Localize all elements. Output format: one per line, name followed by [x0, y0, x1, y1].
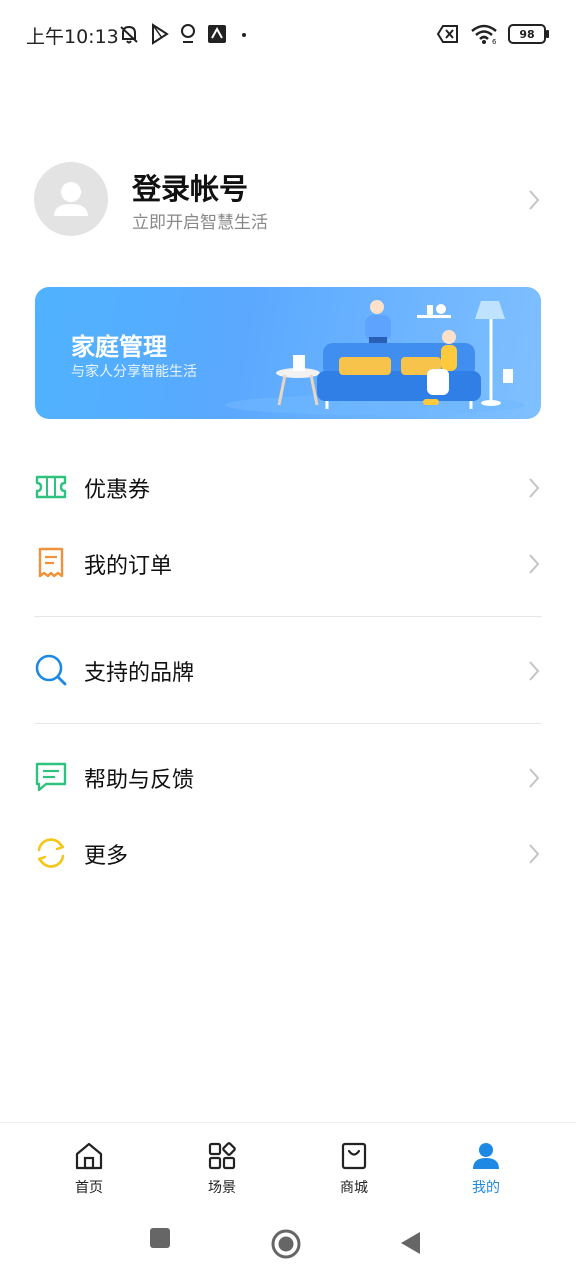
location-pin-icon — [181, 24, 195, 43]
refresh-circle-icon — [37, 838, 65, 868]
menu-item-coupons[interactable]: 优惠券 — [34, 458, 544, 518]
home-button-icon[interactable] — [270, 1228, 302, 1260]
login-title[interactable]: 登录帐号 — [132, 166, 248, 208]
chevron-right-icon — [529, 554, 540, 574]
chevron-right-icon — [529, 768, 540, 788]
chat-bubble-icon — [35, 762, 67, 792]
user-silhouette-icon — [54, 182, 88, 216]
menu-item-brands[interactable]: 支持的品牌 — [34, 641, 544, 701]
nav-tab-mine[interactable]: 我的 — [441, 1141, 531, 1201]
recent-apps-icon[interactable] — [148, 1226, 172, 1250]
banner-title: 家庭管理 — [71, 333, 167, 361]
nav-tab-home[interactable]: 首页 — [44, 1141, 134, 1201]
chevron-right-icon — [529, 478, 540, 498]
nav-label-scenes: 场景 — [208, 1180, 236, 1196]
menu-label-orders: 我的订单 — [84, 554, 173, 579]
status-system-icons: 6 98 — [436, 20, 549, 48]
status-notification-icons — [118, 20, 250, 48]
app-notification-icon — [208, 25, 226, 43]
sim-error-icon — [436, 25, 458, 43]
menu-label-more: 更多 — [84, 844, 129, 869]
menu-label-coupons: 优惠券 — [84, 478, 151, 503]
person-icon — [473, 1143, 499, 1169]
login-profile-row[interactable]: 登录帐号 立即开启智慧生活 — [34, 160, 544, 240]
chevron-right-icon — [529, 661, 540, 681]
menu-label-feedback: 帮助与反馈 — [84, 768, 195, 793]
bell-muted-icon — [120, 25, 138, 44]
battery-indicator: 98 — [508, 24, 549, 44]
login-subtitle: 立即开启智慧生活 — [132, 213, 268, 233]
search-icon — [35, 654, 67, 686]
menu-label-brands: 支持的品牌 — [84, 661, 195, 686]
menu-item-more[interactable]: 更多 — [34, 824, 544, 884]
divider — [34, 616, 542, 617]
status-bar: 上午10:13 6 98 — [0, 0, 576, 70]
status-time: 上午10:13 — [26, 26, 119, 48]
chevron-right-icon — [529, 190, 540, 210]
back-button-icon[interactable] — [398, 1230, 424, 1256]
nav-tab-scenes[interactable]: 场景 — [177, 1141, 267, 1201]
bottom-navigation: 首页 场景 商城 我的 — [0, 1122, 576, 1209]
ticket-icon — [35, 475, 67, 499]
home-icon — [75, 1142, 103, 1170]
shopping-bag-icon — [341, 1142, 367, 1170]
more-dot-icon — [242, 33, 246, 37]
nav-label-home: 首页 — [75, 1180, 103, 1196]
battery-level: 98 — [519, 27, 535, 41]
wifi-icon: 6 — [471, 24, 497, 45]
nav-tab-mall[interactable]: 商城 — [309, 1141, 399, 1201]
wifi-label: 6 — [492, 38, 497, 45]
play-store-icon — [152, 23, 169, 45]
chevron-right-icon — [529, 844, 540, 864]
banner-subtitle: 与家人分享智能生活 — [71, 364, 197, 380]
nav-label-mall: 商城 — [340, 1180, 368, 1196]
divider — [34, 723, 542, 724]
receipt-icon — [38, 547, 64, 578]
grid-icon — [208, 1142, 236, 1170]
avatar[interactable] — [34, 162, 108, 236]
family-management-banner[interactable]: 家庭管理 与家人分享智能生活 — [35, 287, 541, 419]
system-navigation-bar — [0, 1208, 576, 1280]
menu-item-orders[interactable]: 我的订单 — [34, 534, 544, 594]
menu-item-feedback[interactable]: 帮助与反馈 — [34, 748, 544, 808]
nav-label-mine: 我的 — [472, 1180, 500, 1196]
